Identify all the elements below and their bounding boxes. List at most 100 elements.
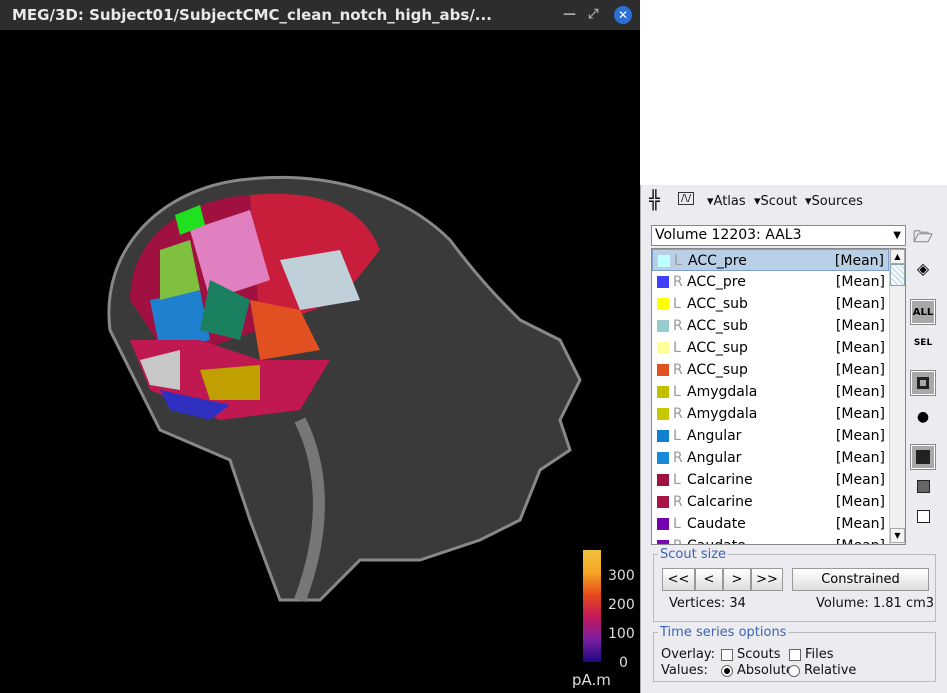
scout-list-item[interactable]: L ACC_pre [Mean] — [652, 249, 889, 271]
scout-list-item[interactable]: L ACC_sup [Mean] — [652, 337, 889, 359]
colorbar-tick: 100 — [608, 626, 635, 642]
scout-color-swatch — [657, 452, 669, 464]
scroll-up-button[interactable]: ▲ — [890, 249, 905, 264]
scout-list-item[interactable]: R ACC_sup [Mean] — [652, 359, 889, 381]
scout-name: Caudate — [687, 535, 746, 544]
scout-function: [Mean] — [835, 494, 885, 510]
relative-label: Relative — [804, 663, 857, 678]
scout-list[interactable]: L ACC_pre [Mean] R ACC_pre [Mean] L ACC_… — [651, 248, 906, 545]
overlay-files-checkbox[interactable] — [789, 649, 801, 661]
scout-hemisphere: R — [673, 450, 683, 466]
scout-menu[interactable]: ▾Scout — [754, 194, 797, 209]
overlay-scouts-label: Scouts — [737, 647, 781, 662]
semi-fill-icon[interactable] — [911, 475, 935, 499]
crosshair-icon[interactable]: ╬ — [649, 190, 660, 211]
3d-figure-window: MEG/3D: Subject01/SubjectCMC_clean_notch… — [0, 0, 640, 693]
colorbar-tick: 300 — [608, 568, 635, 584]
overlay-label: Overlay: — [661, 647, 715, 662]
3d-brain-view[interactable] — [0, 30, 640, 693]
scout-name: ACC_sub — [687, 296, 748, 312]
scout-list-item[interactable]: R Amygdala [Mean] — [652, 403, 889, 425]
scout-hemisphere: R — [673, 494, 683, 510]
scout-hemisphere: L — [673, 428, 681, 444]
scroll-thumb[interactable] — [890, 264, 905, 286]
overlay-scouts-checkbox[interactable] — [721, 649, 733, 661]
atlas-select[interactable]: Volume 12203: AAL3 ▼ — [651, 225, 906, 246]
scout-hemisphere: L — [673, 472, 681, 488]
scout-list-item[interactable]: L Caudate [Mean] — [652, 513, 889, 535]
scout-list-item[interactable]: R ACC_pre [Mean] — [652, 271, 889, 293]
scout-name: ACC_sup — [687, 362, 748, 378]
scout-list-item[interactable]: R Angular [Mean] — [652, 447, 889, 469]
show-all-button[interactable]: ALL — [910, 299, 936, 325]
scout-hemisphere: R — [673, 406, 683, 422]
scout-color-swatch — [657, 408, 669, 420]
scout-color-swatch — [657, 386, 669, 398]
no-fill-icon[interactable] — [911, 505, 935, 529]
chevron-down-icon: ▼ — [893, 230, 901, 241]
scout-color-swatch — [657, 518, 669, 530]
scout-list-item[interactable]: L Amygdala [Mean] — [652, 381, 889, 403]
brain-icon[interactable]: ◈ — [911, 257, 935, 281]
shrink-fast-button[interactable]: << — [662, 568, 695, 591]
scout-hemisphere: R — [673, 274, 683, 290]
scroll-down-button[interactable]: ▼ — [890, 528, 905, 543]
scout-list-item[interactable]: R Caudate [Mean] — [652, 535, 889, 544]
scout-name: ACC_pre — [687, 274, 746, 290]
restore-button[interactable]: ⤢ — [588, 7, 598, 23]
scout-name: ACC_sub — [687, 318, 748, 334]
sources-menu[interactable]: ▾Sources — [805, 194, 863, 209]
shrink-button[interactable]: < — [695, 568, 723, 591]
minimize-button[interactable]: — — [563, 7, 576, 23]
values-label: Values: — [661, 663, 708, 678]
scout-hemisphere: L — [673, 384, 681, 400]
window-title-bar: MEG/3D: Subject01/SubjectCMC_clean_notch… — [0, 0, 640, 30]
scout-function: [Mean] — [835, 406, 885, 422]
atlas-menu[interactable]: ▾Atlas — [707, 194, 746, 209]
scout-color-swatch — [657, 474, 669, 486]
contour-icon[interactable] — [910, 370, 936, 396]
scout-color-swatch — [657, 430, 669, 442]
scout-function: [Mean] — [835, 516, 885, 532]
dot-icon[interactable]: ● — [911, 405, 935, 429]
scout-function: [Mean] — [835, 472, 885, 488]
scout-list-item[interactable]: L Calcarine [Mean] — [652, 469, 889, 491]
scout-name: Caudate — [687, 516, 746, 532]
close-button[interactable]: ✕ — [614, 6, 632, 24]
atlas-select-value: Volume 12203: AAL3 — [655, 227, 802, 243]
list-scrollbar[interactable]: ▲ ▼ — [889, 249, 905, 544]
scout-list-item[interactable]: L ACC_sub [Mean] — [652, 293, 889, 315]
scout-size-legend: Scout size — [660, 547, 727, 562]
timeseries-icon[interactable]: /\/ — [678, 192, 695, 205]
grow-button[interactable]: > — [723, 568, 751, 591]
scout-name: ACC_sup — [687, 340, 748, 356]
folder-open-icon[interactable]: 🗁 — [911, 225, 935, 249]
colorbar-tick: 0 — [619, 655, 628, 671]
scout-list-item[interactable]: R ACC_sub [Mean] — [652, 315, 889, 337]
grow-fast-button[interactable]: >> — [751, 568, 783, 591]
scout-hemisphere: R — [673, 362, 683, 378]
scout-color-swatch — [657, 298, 669, 310]
scout-panel: ╬ /\/ ▾Atlas ▾Scout ▾Sources Volume 1220… — [640, 185, 947, 693]
absolute-radio[interactable] — [721, 665, 733, 677]
relative-radio[interactable] — [788, 665, 800, 677]
scout-name: Angular — [687, 450, 742, 466]
scout-function: [Mean] — [835, 384, 885, 400]
window-title: MEG/3D: Subject01/SubjectCMC_clean_notch… — [12, 6, 492, 24]
scout-function: [Mean] — [835, 274, 885, 290]
absolute-label: Absolute — [737, 663, 794, 678]
constrained-button[interactable]: Constrained — [792, 568, 929, 591]
scout-name: ACC_pre — [688, 253, 747, 269]
scout-name: Calcarine — [687, 494, 753, 510]
scout-list-item[interactable]: R Calcarine [Mean] — [652, 491, 889, 513]
colorbar-tick: 200 — [608, 597, 635, 613]
scout-function: [Mean] — [835, 450, 885, 466]
scout-hemisphere: L — [673, 296, 681, 312]
opaque-fill-icon[interactable] — [910, 444, 936, 470]
scout-function: [Mean] — [835, 362, 885, 378]
scout-list-item[interactable]: L Angular [Mean] — [652, 425, 889, 447]
show-selected-button[interactable]: SEL — [911, 331, 935, 355]
scout-name: Calcarine — [687, 472, 753, 488]
scout-function: [Mean] — [835, 428, 885, 444]
scout-function: [Mean] — [835, 340, 885, 356]
